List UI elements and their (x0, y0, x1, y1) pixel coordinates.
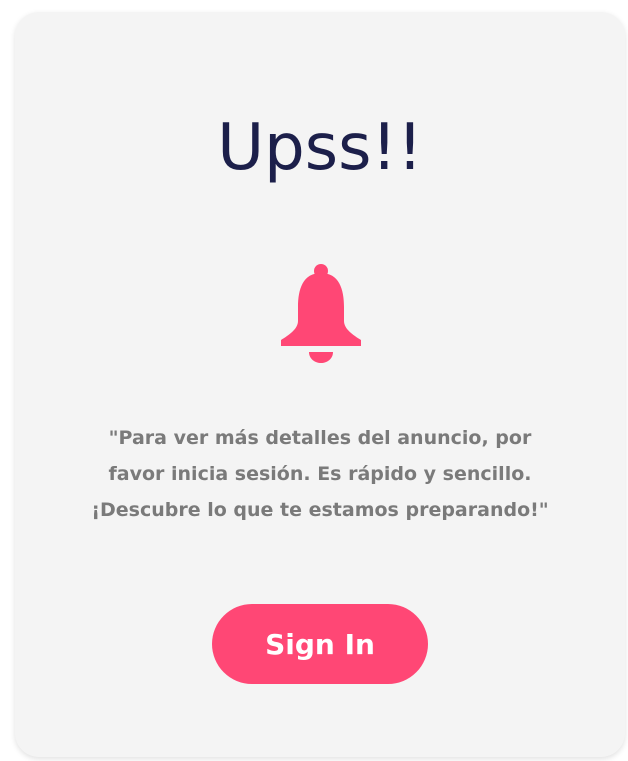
login-message: "Para ver más detalles del anuncio, por … (91, 427, 549, 521)
notice-card: Upss!! "Para ver más detalles del anunci… (15, 12, 625, 757)
bell-icon (281, 264, 361, 363)
card-title: Upss!! (217, 111, 423, 185)
sign-in-button[interactable]: Sign In (212, 604, 428, 684)
